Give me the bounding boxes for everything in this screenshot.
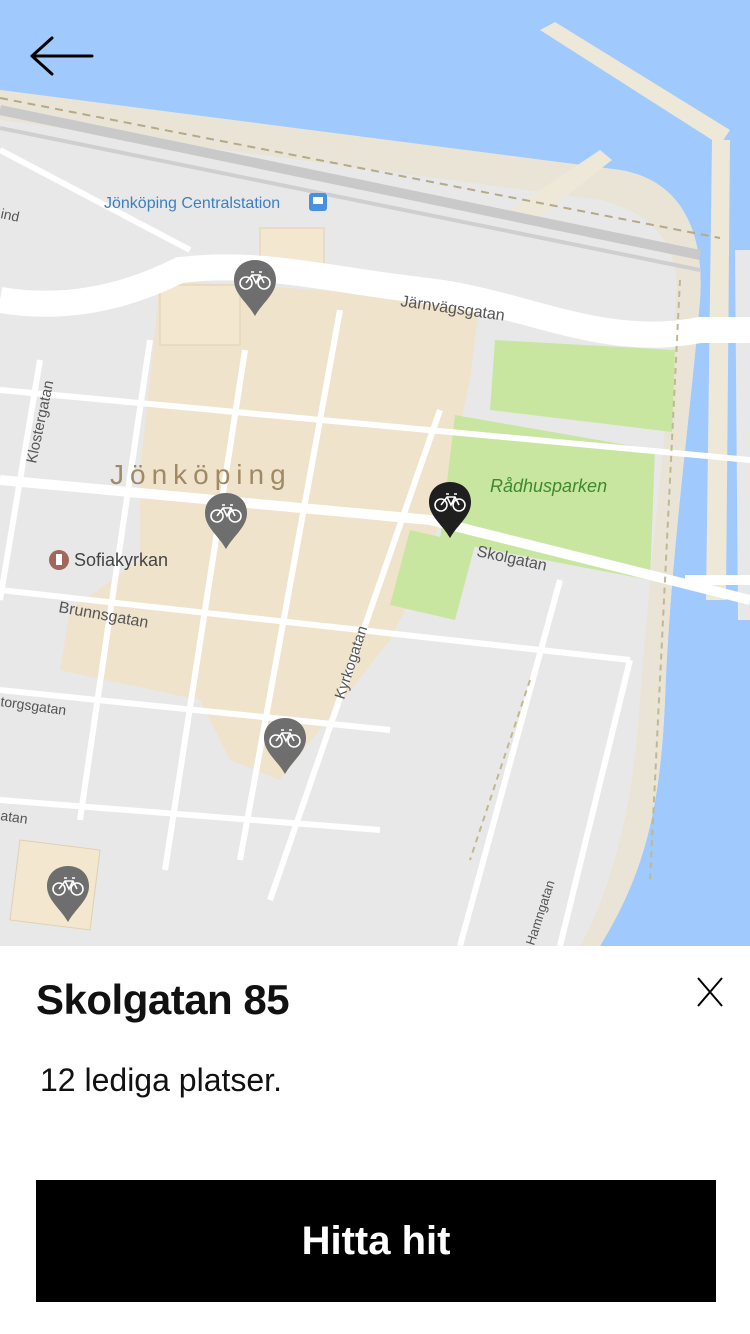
back-button[interactable] — [24, 30, 100, 86]
bike-station-pin-3[interactable] — [427, 480, 473, 540]
label-city: Jönköping — [110, 459, 292, 490]
label-station: Jönköping Centralstation — [104, 195, 280, 212]
arrow-left-icon — [30, 36, 94, 76]
bicycle-pin-icon — [47, 866, 89, 922]
close-button[interactable] — [688, 970, 732, 1014]
train-window — [313, 197, 323, 204]
station-title: Skolgatan 85 — [36, 976, 290, 1023]
map-canvas[interactable]: Jönköping Centralstation Jönköping Sofia… — [0, 0, 750, 946]
bicycle-pin-icon — [234, 260, 276, 316]
close-icon — [697, 977, 723, 1007]
church-icon-mark — [56, 554, 62, 565]
bicycle-pin-icon — [205, 493, 247, 549]
map-view[interactable]: Jönköping Centralstation Jönköping Sofia… — [0, 0, 750, 946]
bicycle-pin-icon — [429, 482, 471, 538]
bike-station-pin-4[interactable] — [262, 716, 308, 776]
bike-station-pin-5[interactable] — [45, 864, 91, 924]
label-park: Rådhusparken — [490, 476, 607, 496]
bike-station-pin-1[interactable] — [232, 258, 278, 318]
bike-station-pin-2[interactable] — [203, 491, 249, 551]
navigate-button[interactable]: Hitta hit — [36, 1180, 716, 1302]
station-detail-sheet: Skolgatan 85 12 lediga platser. Hitta hi… — [0, 946, 750, 1334]
label-church: Sofiakyrkan — [74, 550, 168, 570]
availability-text: 12 lediga platser. — [40, 1062, 282, 1098]
bicycle-pin-icon — [264, 718, 306, 774]
building — [159, 284, 241, 346]
